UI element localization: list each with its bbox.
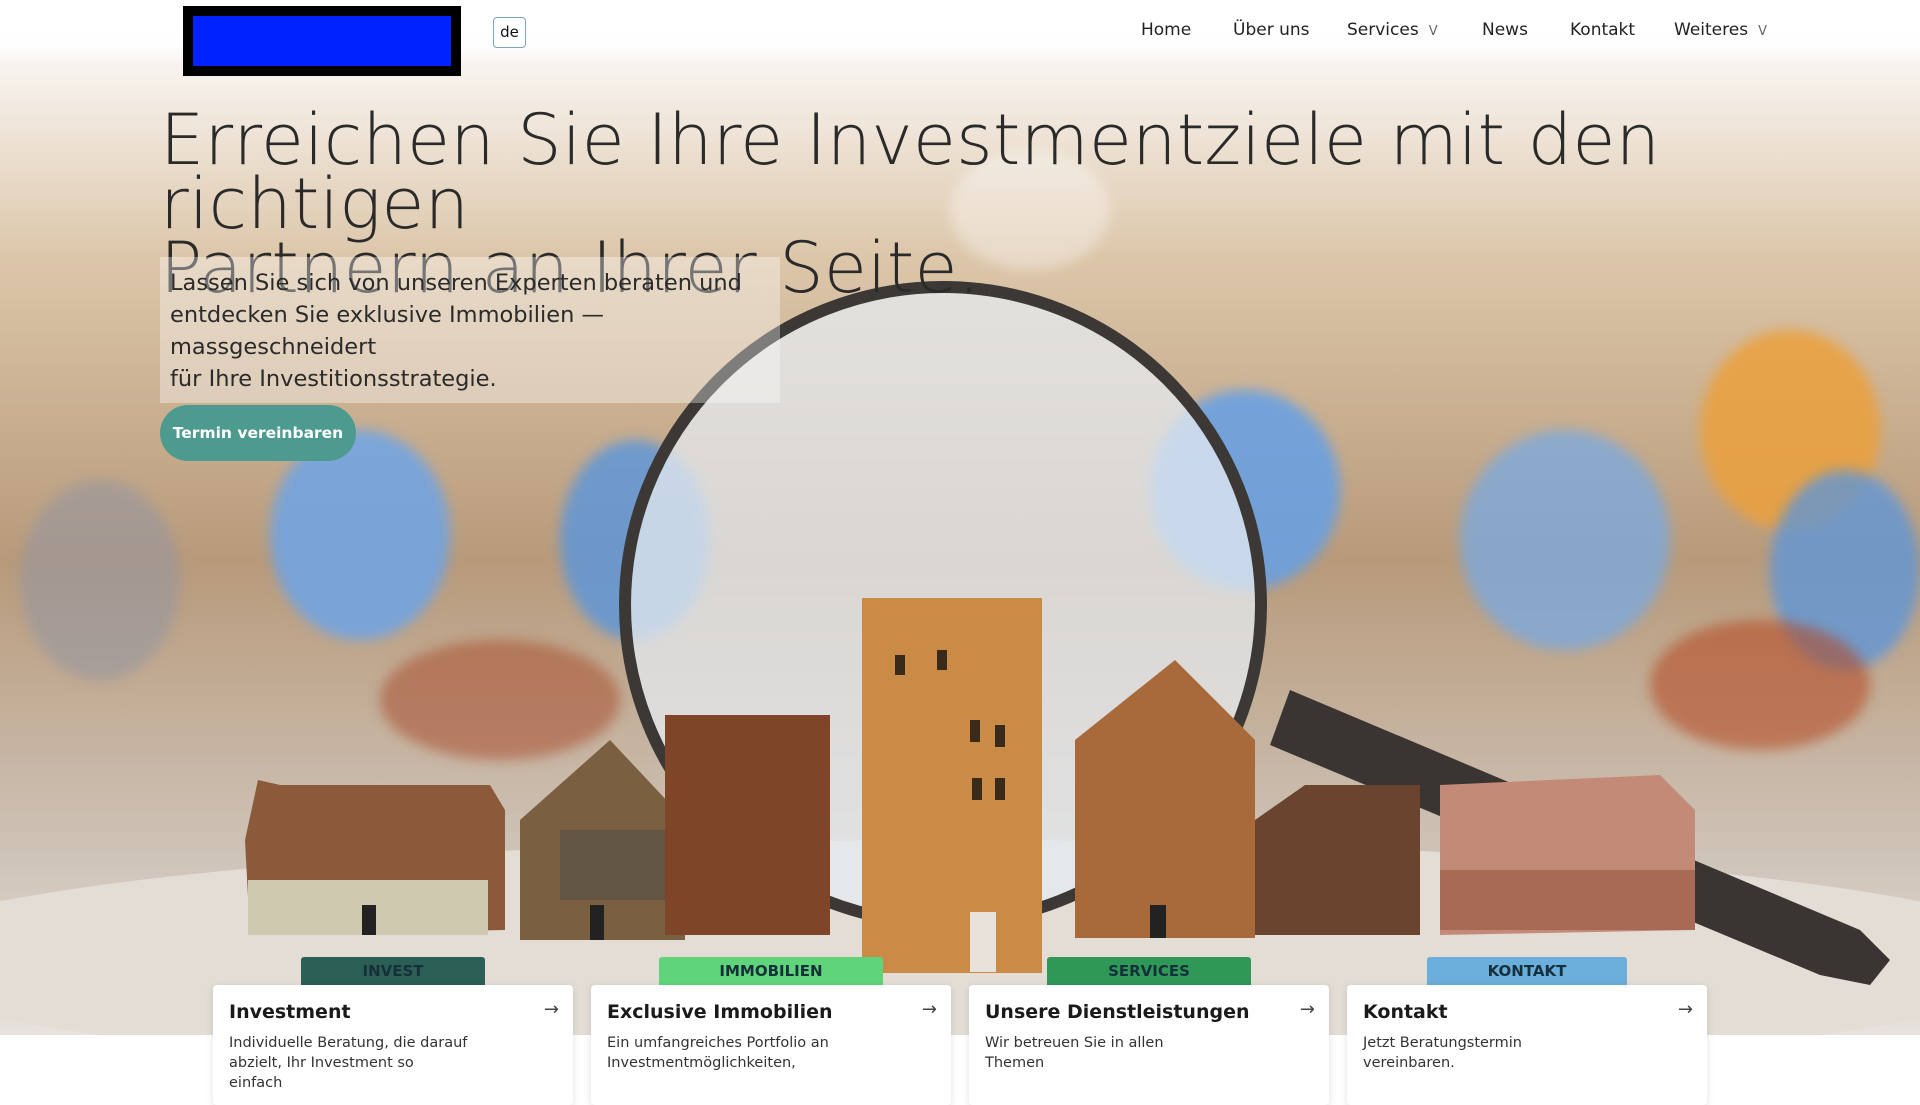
nav-services-label: Services bbox=[1347, 20, 1419, 40]
wooden-house bbox=[1255, 785, 1420, 935]
tag-immobilien: IMMOBILIEN bbox=[659, 957, 883, 985]
nav-kontakt[interactable]: Kontakt bbox=[1570, 20, 1635, 40]
card-text: Individuelle Beratung, die darauf abziel… bbox=[229, 1035, 468, 1091]
card-title: Kontakt bbox=[1363, 1001, 1448, 1023]
wooden-house bbox=[665, 715, 830, 935]
card-exclusive-immobilien[interactable]: Exclusive Immobilien → Ein umfangreiches… bbox=[591, 985, 951, 1105]
wooden-tower bbox=[862, 598, 1042, 973]
wooden-house bbox=[245, 780, 505, 935]
nav-services[interactable]: Services V bbox=[1347, 20, 1438, 40]
chevron-down-icon: V bbox=[1428, 24, 1438, 39]
nav-home-label: Home bbox=[1141, 20, 1192, 40]
arrow-right-icon: → bbox=[921, 999, 937, 1020]
card-investment[interactable]: Investment → Individuelle Beratung, die … bbox=[213, 985, 573, 1105]
site-logo[interactable] bbox=[183, 6, 461, 76]
nav-ueber-uns-label: Über uns bbox=[1233, 20, 1310, 40]
nav-kontakt-label: Kontakt bbox=[1570, 20, 1636, 40]
nav-weiteres-label: Weiteres bbox=[1674, 20, 1749, 40]
wooden-house bbox=[1440, 775, 1695, 935]
nav-home[interactable]: Home bbox=[1141, 20, 1191, 40]
tag-invest-label: INVEST bbox=[362, 962, 424, 980]
language-switcher[interactable]: de bbox=[493, 17, 526, 48]
hero-subtitle-line2: entdecken Sie exklusive Immobilien — mas… bbox=[170, 302, 605, 360]
wooden-house bbox=[520, 740, 685, 940]
hero-subtitle: Lassen Sie sich von unseren Experten ber… bbox=[160, 257, 780, 403]
tag-invest: INVEST bbox=[301, 957, 485, 985]
hero-subtitle-line1: Lassen Sie sich von unseren Experten ber… bbox=[170, 270, 742, 296]
nav-weiteres[interactable]: Weiteres V bbox=[1674, 20, 1767, 40]
chevron-down-icon: V bbox=[1758, 24, 1767, 39]
tag-services-label: SERVICES bbox=[1108, 962, 1190, 980]
arrow-right-icon: → bbox=[1299, 999, 1315, 1020]
card-text: Jetzt Beratungstermin vereinbaren. bbox=[1363, 1035, 1522, 1071]
card-text: Ein umfangreiches Portfolio an Investmen… bbox=[607, 1035, 829, 1071]
nav-news-label: News bbox=[1482, 20, 1528, 40]
site-header: de Home Über uns Services V News Kontakt … bbox=[0, 0, 1920, 76]
tag-kontakt-label: KONTAKT bbox=[1487, 962, 1567, 980]
card-title: Exclusive Immobilien bbox=[607, 1001, 833, 1023]
card-kontakt[interactable]: Kontakt → Jetzt Beratungstermin vereinba… bbox=[1347, 985, 1707, 1105]
card-dienstleistungen[interactable]: Unsere Dienstleistungen → Wir betreuen S… bbox=[969, 985, 1329, 1105]
card-title: Investment bbox=[229, 1001, 351, 1023]
appointment-button[interactable]: Termin vereinbaren bbox=[160, 405, 356, 461]
logo-mark bbox=[193, 16, 451, 66]
nav-news[interactable]: News bbox=[1482, 20, 1528, 40]
hero-title-line1: Erreichen Sie Ihre Investmentziele mit d… bbox=[160, 99, 1661, 245]
card-text: Wir betreuen Sie in allen Themen bbox=[985, 1035, 1164, 1071]
nav-ueber-uns[interactable]: Über uns bbox=[1233, 20, 1310, 40]
tag-kontakt: KONTAKT bbox=[1427, 957, 1627, 985]
tag-services: SERVICES bbox=[1047, 957, 1251, 985]
tag-immobilien-label: IMMOBILIEN bbox=[719, 962, 823, 980]
hero-subtitle-line3: für Ihre Investitionsstrategie. bbox=[170, 366, 497, 392]
arrow-right-icon: → bbox=[543, 999, 559, 1020]
card-title: Unsere Dienstleistungen bbox=[985, 1001, 1250, 1023]
arrow-right-icon: → bbox=[1677, 999, 1693, 1020]
